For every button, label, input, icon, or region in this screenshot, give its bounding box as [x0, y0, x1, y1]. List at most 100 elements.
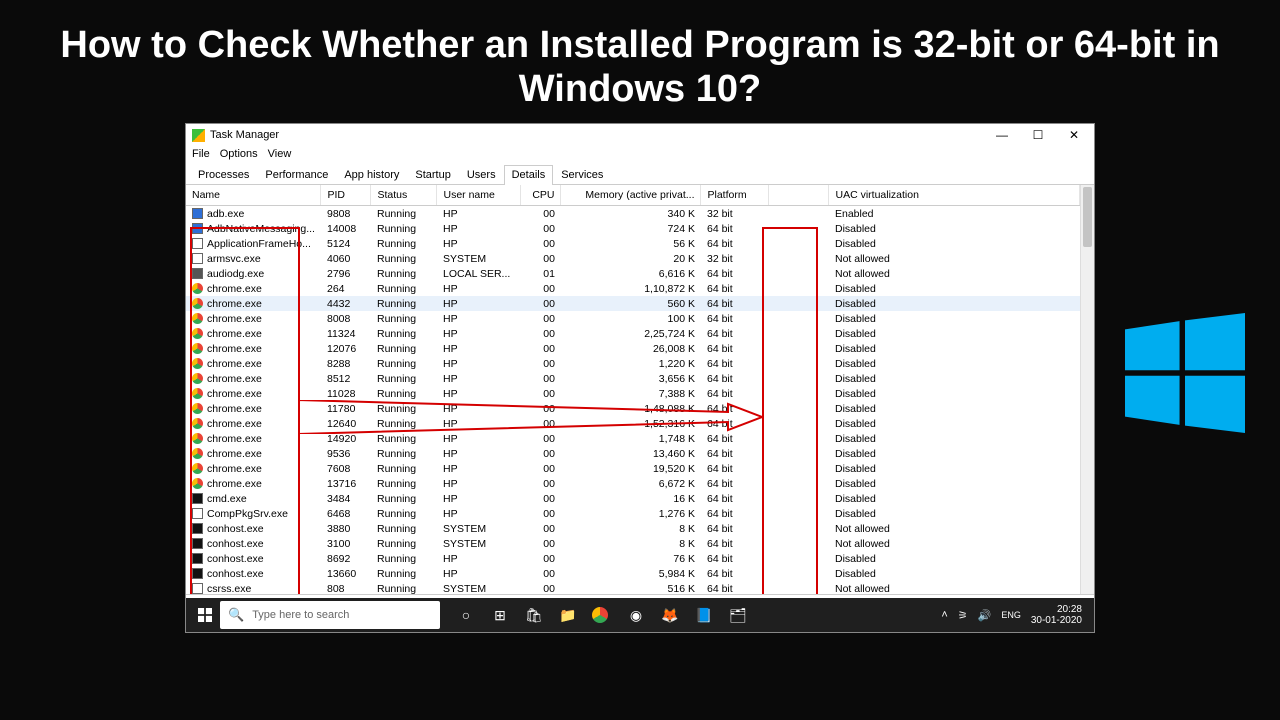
table-row[interactable]: adb.exe9808RunningHP00340 K32 bitEnabled	[186, 206, 1080, 222]
language-icon[interactable]: ENG	[1001, 610, 1021, 620]
table-row[interactable]: csrss.exe808RunningSYSTEM00516 K64 bitNo…	[186, 581, 1080, 595]
table-row[interactable]: chrome.exe14920RunningHP001,748 K64 bitD…	[186, 431, 1080, 446]
table-row[interactable]: cmd.exe3484RunningHP0016 K64 bitDisabled	[186, 491, 1080, 506]
store-icon[interactable]: 🛍	[522, 603, 546, 627]
col-uac[interactable]: UAC virtualization	[829, 185, 1080, 206]
app-icon-3[interactable]: 🗂	[726, 603, 750, 627]
cell-pid: 13660	[321, 566, 371, 581]
cell-platform: 64 bit	[701, 266, 769, 281]
cell-name: chrome.exe	[186, 311, 321, 326]
menu-view[interactable]: View	[268, 148, 292, 160]
table-row[interactable]: chrome.exe12640RunningHP001,52,316 K64 b…	[186, 416, 1080, 431]
table-row[interactable]: chrome.exe12076RunningHP0026,008 K64 bit…	[186, 341, 1080, 356]
tab-startup[interactable]: Startup	[407, 165, 458, 185]
close-button[interactable]: ✕	[1056, 124, 1092, 146]
scrollbar-thumb[interactable]	[1083, 187, 1092, 247]
titlebar[interactable]: Task Manager — ☐ ✕	[186, 124, 1094, 146]
file-explorer-icon[interactable]: 📁	[556, 603, 580, 627]
table-row[interactable]: chrome.exe9536RunningHP0013,460 K64 bitD…	[186, 446, 1080, 461]
task-manager-icon	[192, 129, 205, 142]
cell-status: Running	[371, 461, 437, 476]
cell-uac: Disabled	[829, 446, 1080, 461]
scrollbar[interactable]	[1080, 185, 1094, 594]
col-pid[interactable]: PID	[321, 185, 371, 206]
table-row[interactable]: conhost.exe13660RunningHP005,984 K64 bit…	[186, 566, 1080, 581]
process-icon	[192, 328, 203, 339]
cell-memory: 8 K	[561, 521, 701, 536]
table-row[interactable]: CompPkgSrv.exe6468RunningHP001,276 K64 b…	[186, 506, 1080, 521]
cell-status: Running	[371, 536, 437, 551]
cell-uac: Disabled	[829, 221, 1080, 236]
table-row[interactable]: chrome.exe4432RunningHP00560 K64 bitDisa…	[186, 296, 1080, 311]
app-icon-1[interactable]: ◉	[624, 603, 648, 627]
clock-time: 20:28	[1031, 604, 1082, 615]
table-row[interactable]: conhost.exe8692RunningHP0076 K64 bitDisa…	[186, 551, 1080, 566]
cell-spacer	[769, 371, 829, 386]
cell-uac: Disabled	[829, 476, 1080, 491]
task-view-icon[interactable]: ⊞	[488, 603, 512, 627]
col-user[interactable]: User name	[437, 185, 521, 206]
process-icon	[192, 223, 203, 234]
col-status[interactable]: Status	[371, 185, 437, 206]
table-row[interactable]: chrome.exe7608RunningHP0019,520 K64 bitD…	[186, 461, 1080, 476]
cortana-icon[interactable]: ○	[454, 603, 478, 627]
taskbar-search[interactable]: 🔍 Type here to search	[220, 601, 440, 629]
col-cpu[interactable]: CPU	[521, 185, 561, 206]
wifi-icon[interactable]: ⚞	[958, 609, 968, 622]
table-row[interactable]: chrome.exe8288RunningHP001,220 K64 bitDi…	[186, 356, 1080, 371]
cell-cpu: 00	[521, 281, 561, 296]
chrome-taskbar-icon[interactable]	[590, 603, 614, 627]
tray-chevron-icon[interactable]: ˄	[941, 609, 947, 621]
taskbar-clock[interactable]: 20:28 30-01-2020	[1031, 604, 1082, 626]
maximize-button[interactable]: ☐	[1020, 124, 1056, 146]
cell-status: Running	[371, 416, 437, 431]
table-row[interactable]: chrome.exe264RunningHP001,10,872 K64 bit…	[186, 281, 1080, 296]
table-row[interactable]: chrome.exe11028RunningHP007,388 K64 bitD…	[186, 386, 1080, 401]
table-row[interactable]: chrome.exe13716RunningHP006,672 K64 bitD…	[186, 476, 1080, 491]
cell-cpu: 01	[521, 266, 561, 281]
table-row[interactable]: AdbNativeMessaging...14008RunningHP00724…	[186, 221, 1080, 236]
cell-name: chrome.exe	[186, 341, 321, 356]
start-button[interactable]	[190, 600, 220, 630]
cell-platform: 64 bit	[701, 551, 769, 566]
table-row[interactable]: conhost.exe3880RunningSYSTEM008 K64 bitN…	[186, 521, 1080, 536]
table-row[interactable]: conhost.exe3100RunningSYSTEM008 K64 bitN…	[186, 536, 1080, 551]
tab-processes[interactable]: Processes	[190, 165, 257, 185]
tab-performance[interactable]: Performance	[257, 165, 336, 185]
col-name[interactable]: Name	[186, 185, 321, 206]
process-icon	[192, 523, 203, 534]
cell-uac: Disabled	[829, 461, 1080, 476]
tab-services[interactable]: Services	[553, 165, 611, 185]
cell-status: Running	[371, 491, 437, 506]
cell-spacer	[769, 236, 829, 251]
cell-cpu: 00	[521, 401, 561, 416]
cell-uac: Disabled	[829, 326, 1080, 341]
firefox-icon[interactable]: 🦊	[658, 603, 682, 627]
table-row[interactable]: armsvc.exe4060RunningSYSTEM0020 K32 bitN…	[186, 251, 1080, 266]
menu-options[interactable]: Options	[220, 148, 258, 160]
cell-status: Running	[371, 266, 437, 281]
cell-memory: 6,616 K	[561, 266, 701, 281]
table-row[interactable]: audiodg.exe2796RunningLOCAL SER...016,61…	[186, 266, 1080, 281]
table-row[interactable]: chrome.exe8512RunningHP003,656 K64 bitDi…	[186, 371, 1080, 386]
cell-platform: 64 bit	[701, 401, 769, 416]
col-platform[interactable]: Platform	[701, 185, 769, 206]
cell-platform: 64 bit	[701, 461, 769, 476]
cell-spacer	[769, 521, 829, 536]
app-icon-2[interactable]: 📘	[692, 603, 716, 627]
menu-file[interactable]: File	[192, 148, 210, 160]
cell-user: SYSTEM	[437, 536, 521, 551]
table-row[interactable]: chrome.exe11780RunningHP001,48,088 K64 b…	[186, 401, 1080, 416]
tab-app-history[interactable]: App history	[336, 165, 407, 185]
table-row[interactable]: chrome.exe8008RunningHP00100 K64 bitDisa…	[186, 311, 1080, 326]
cell-pid: 11028	[321, 386, 371, 401]
tab-users[interactable]: Users	[459, 165, 504, 185]
table-row[interactable]: chrome.exe11324RunningHP002,25,724 K64 b…	[186, 326, 1080, 341]
minimize-button[interactable]: —	[984, 124, 1020, 146]
volume-icon[interactable]: 🔊	[978, 609, 992, 622]
cell-name: chrome.exe	[186, 431, 321, 446]
col-memory[interactable]: Memory (active privat...	[561, 185, 701, 206]
cell-status: Running	[371, 341, 437, 356]
tab-details[interactable]: Details	[504, 165, 554, 185]
table-row[interactable]: ApplicationFrameHo...5124RunningHP0056 K…	[186, 236, 1080, 251]
